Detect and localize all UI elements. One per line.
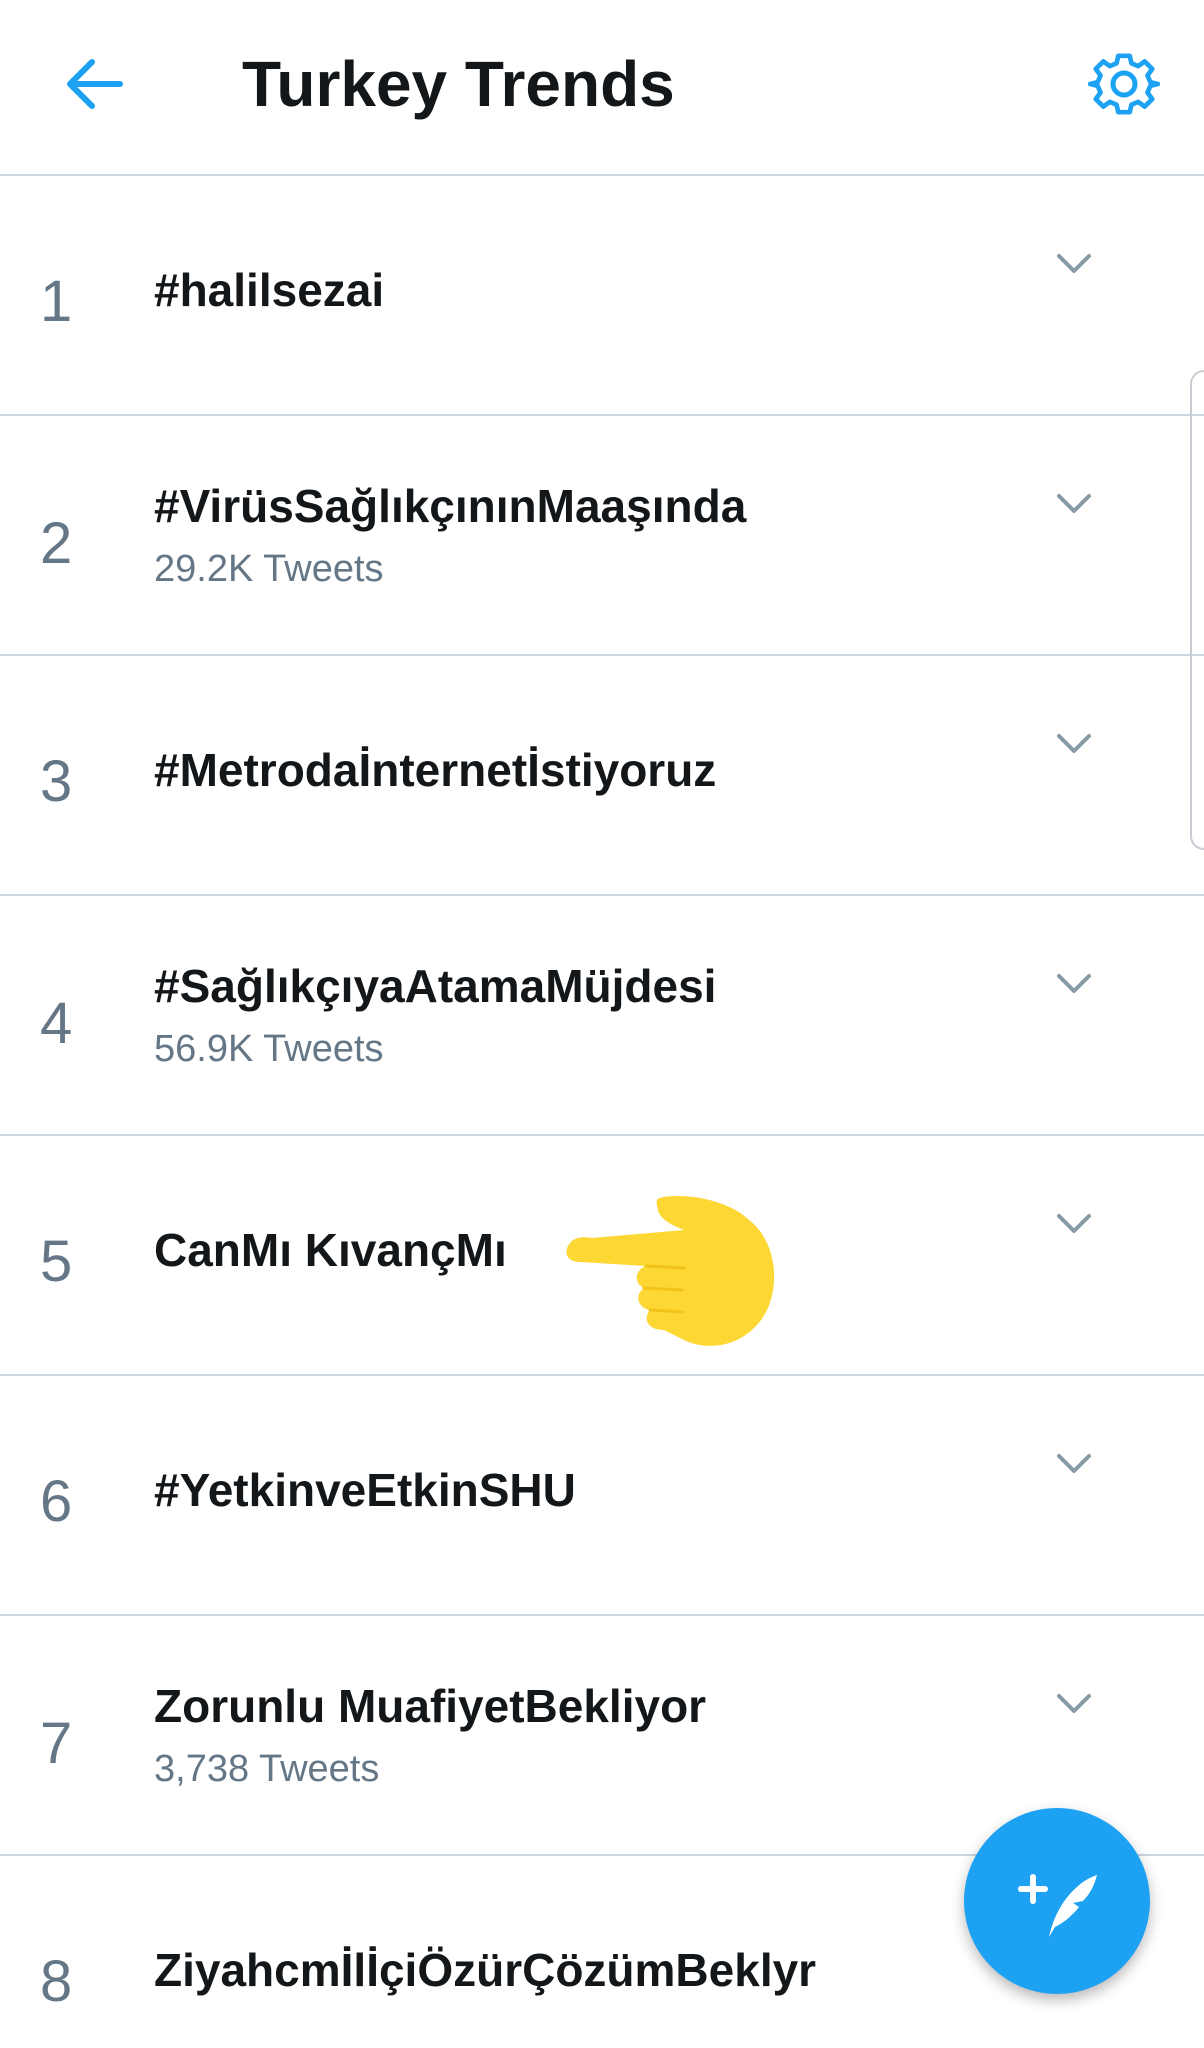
scroll-edge-indicator	[1190, 370, 1204, 850]
trend-text: #SağlıkçıyaAtamaMüjdesi 56.9K Tweets	[154, 958, 1054, 1074]
back-button[interactable]	[56, 46, 132, 122]
chevron-down-icon[interactable]	[1052, 482, 1096, 526]
trend-row[interactable]: 6 #YetkinveEtkinSHU	[0, 1376, 1204, 1616]
gear-icon	[1088, 53, 1160, 115]
trend-rank: 3	[40, 749, 73, 814]
trend-name[interactable]: #VirüsSağlıkçınınMaaşında	[154, 478, 1054, 534]
top-app-bar: Turkey Trends	[0, 0, 1204, 176]
trend-text: ZiyahcmİlİçiÖzürÇözümBeklyr	[154, 1942, 1054, 1998]
trend-text: #Metrodaİnternetİstiyoruz	[154, 742, 1054, 798]
trend-text: #YetkinveEtkinSHU	[154, 1462, 1054, 1518]
tweet-count: 3,738 Tweets	[154, 1748, 380, 1790]
trend-row[interactable]: 3 #Metrodaİnternetİstiyoruz	[0, 656, 1204, 896]
tweet-count: 29.2K Tweets	[154, 548, 384, 590]
trend-rank: 8	[40, 1949, 73, 2014]
trend-name[interactable]: #halilsezai	[154, 262, 1054, 318]
trend-rank: 7	[40, 1711, 73, 1776]
trend-row[interactable]: 4 #SağlıkçıyaAtamaMüjdesi 56.9K Tweets	[0, 896, 1204, 1136]
trend-name[interactable]: ZiyahcmİlİçiÖzürÇözümBeklyr	[154, 1942, 1054, 1998]
page-title: Turkey Trends	[242, 48, 675, 120]
compose-tweet-button[interactable]	[964, 1808, 1150, 1994]
trend-row[interactable]: 2 #VirüsSağlıkçınınMaaşında 29.2K Tweets	[0, 416, 1204, 656]
settings-button[interactable]	[1082, 42, 1166, 126]
trend-list: 1 #halilsezai 2 #VirüsSağlıkçınınMaaşınd…	[0, 176, 1204, 2048]
arrow-left-icon	[67, 59, 123, 109]
chevron-down-icon[interactable]	[1052, 1202, 1096, 1246]
trend-name[interactable]: Zorunlu MuafiyetBekliyor	[154, 1678, 1054, 1734]
trend-name[interactable]: #YetkinveEtkinSHU	[154, 1462, 1054, 1518]
trend-rank: 1	[40, 269, 73, 334]
tweet-count: 56.9K Tweets	[154, 1028, 384, 1070]
chevron-down-icon[interactable]	[1052, 242, 1096, 286]
trend-rank: 5	[40, 1229, 73, 1294]
chevron-down-icon[interactable]	[1052, 1442, 1096, 1486]
trend-name[interactable]: #SağlıkçıyaAtamaMüjdesi	[154, 958, 1054, 1014]
trend-rank: 4	[40, 991, 73, 1056]
chevron-down-icon[interactable]	[1052, 962, 1096, 1006]
chevron-down-icon[interactable]	[1052, 722, 1096, 766]
trend-text: #VirüsSağlıkçınınMaaşında 29.2K Tweets	[154, 478, 1054, 594]
compose-tweet-icon	[1018, 1874, 1097, 1937]
trend-text: #halilsezai	[154, 262, 1054, 318]
trend-row[interactable]: 1 #halilsezai	[0, 176, 1204, 416]
trend-text: Zorunlu MuafiyetBekliyor 3,738 Tweets	[154, 1678, 1054, 1794]
trend-name[interactable]: #Metrodaİnternetİstiyoruz	[154, 742, 1054, 798]
trend-rank: 6	[40, 1469, 73, 1534]
pointing-hand-icon	[566, 1196, 775, 1346]
trends-screen: Turkey Trends 1 #halilsezai 2 #VirüsSağl…	[0, 0, 1204, 2048]
trend-rank: 2	[40, 511, 73, 576]
chevron-down-icon[interactable]	[1052, 1682, 1096, 1726]
